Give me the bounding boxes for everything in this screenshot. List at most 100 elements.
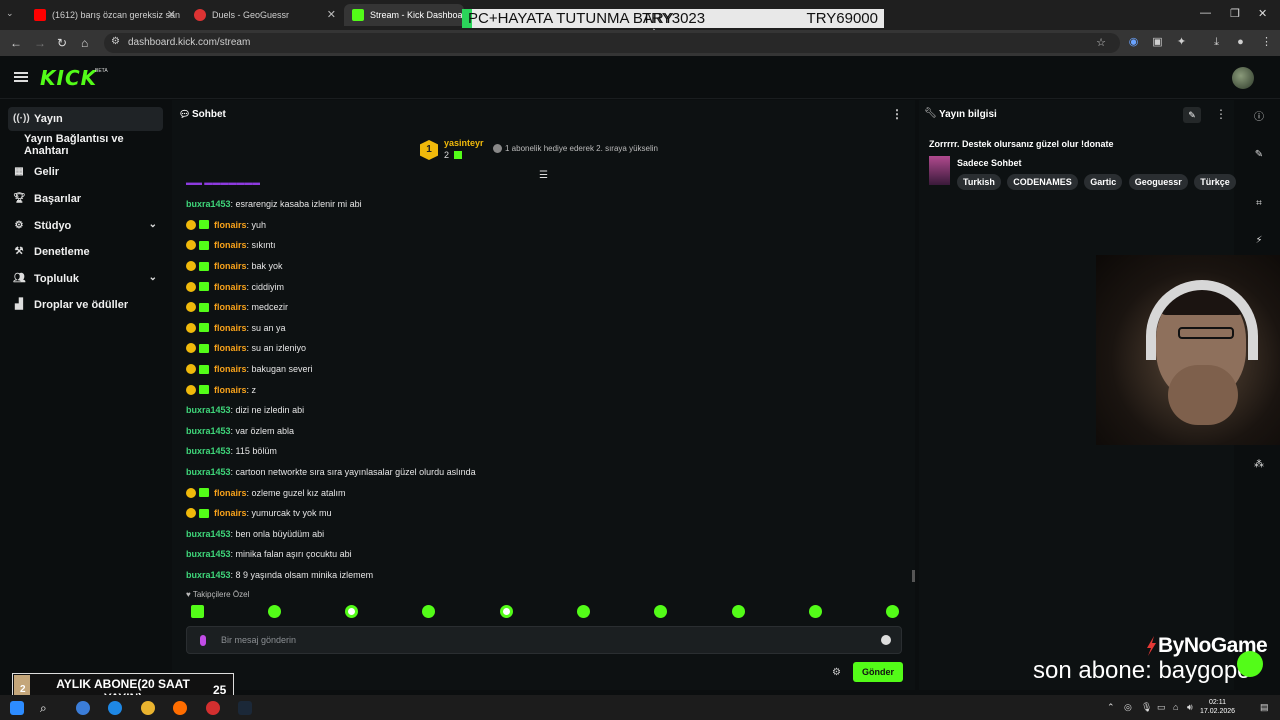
chrome-app-icon[interactable] [141, 701, 155, 715]
lightning-icon[interactable]: ⚡︎ [1253, 235, 1265, 247]
close-icon[interactable]: ✕ [167, 8, 176, 21]
scrollbar[interactable] [912, 570, 915, 582]
chat-username[interactable]: buxra1453 [186, 446, 231, 456]
chat-username[interactable]: buxra1453 [186, 549, 231, 559]
back-icon[interactable]: ← [10, 36, 22, 50]
display-tray-icon[interactable]: ▭ [1157, 702, 1166, 713]
chat-username[interactable]: flonairs [214, 302, 247, 312]
chat-username[interactable]: buxra1453 [186, 570, 231, 580]
search-icon[interactable]: ⌕ [40, 701, 54, 715]
sidebar-item-yayin[interactable]: ((·)) Yayın [8, 107, 163, 131]
chat-username[interactable]: flonairs [214, 323, 247, 333]
chat-username[interactable]: flonairs [214, 282, 247, 292]
browser-menu-icon[interactable]: ⋮ [1260, 36, 1273, 49]
gear-icon[interactable]: ⚙ [832, 667, 841, 678]
chat-username[interactable]: buxra1453 [186, 529, 231, 539]
chat-username[interactable]: flonairs [214, 385, 247, 395]
chat-username[interactable]: flonairs [214, 488, 247, 498]
steam-app-icon[interactable] [238, 701, 252, 715]
tag[interactable]: Turkish [957, 174, 1001, 190]
more-options-icon[interactable]: ⋮ [1215, 107, 1227, 121]
emote-icon[interactable] [268, 605, 281, 618]
crop-icon[interactable]: ⌗ [1253, 198, 1265, 210]
chat-username[interactable]: flonairs [214, 240, 247, 250]
chat-username[interactable]: buxra1453 [186, 467, 231, 477]
chat-username[interactable]: flonairs [214, 508, 247, 518]
close-icon[interactable]: ✕ [327, 8, 336, 21]
emote-icon[interactable] [191, 605, 204, 618]
forward-icon[interactable]: → [34, 36, 46, 50]
emote-icon[interactable] [422, 605, 435, 618]
chat-username[interactable]: buxra1453 [186, 405, 231, 415]
tab-kick-dashboard[interactable]: Stream - Kick Dashboard [344, 4, 464, 26]
volume-icon[interactable]: 🔊︎ [1187, 702, 1193, 713]
reload-icon[interactable]: ↻ [57, 36, 67, 50]
sidebar-item-basarilar[interactable]: 🏆︎ Başarılar [8, 187, 163, 211]
emote-icon[interactable] [500, 605, 513, 618]
pen-icon[interactable]: ✎ [1253, 149, 1265, 161]
emote-icon[interactable] [577, 605, 590, 618]
avatar[interactable] [1232, 67, 1254, 89]
category-thumbnail[interactable] [929, 156, 950, 185]
extensions-puzzle-icon[interactable]: ✦ [1175, 36, 1188, 49]
sidebar-item-denetleme[interactable]: ⚒ Denetleme [8, 240, 163, 264]
share-icon[interactable]: ⁂ [1253, 459, 1265, 471]
firefox-app-icon[interactable] [173, 701, 187, 715]
edge-app-icon[interactable] [108, 701, 122, 715]
tag[interactable]: Geoguessr [1128, 174, 1188, 190]
bookmark-star-icon[interactable]: ☆ [1096, 36, 1106, 49]
emote-icon[interactable] [654, 605, 667, 618]
chat-username[interactable]: buxra1453 [186, 199, 231, 209]
edit-pencil-icon[interactable]: ✎ [1183, 107, 1201, 123]
chat-username[interactable]: buxra1453 [186, 426, 231, 436]
profile-icon[interactable]: ● [1234, 36, 1247, 49]
tab-youtube[interactable]: (1612) barış özcan gereksiz san ✕ [26, 4, 182, 26]
menu-icon[interactable] [14, 72, 28, 82]
sidebar-item-gelir[interactable]: ▦ Gelir [8, 160, 163, 184]
tray-chevron-icon[interactable]: ⌃ [1107, 702, 1115, 713]
minimize-icon[interactable]: — [1200, 7, 1211, 19]
emoji-icon[interactable] [881, 635, 891, 645]
info-icon[interactable]: ⓘ [1253, 112, 1265, 124]
sidebar-item-topluluk[interactable]: 👥︎ Topluluk ⌄ [8, 267, 163, 291]
browser-app-icon[interactable] [76, 701, 90, 715]
address-bar[interactable]: ⚙ dashboard.kick.com/stream ☆ [104, 33, 1120, 53]
notification-icon[interactable]: ▤ [1260, 702, 1269, 713]
obs-app-icon[interactable] [206, 701, 220, 715]
sidebar-item-droplar[interactable]: ▟ Droplar ve ödüller [8, 293, 163, 317]
tab-geoguessr[interactable]: Duels - GeoGuessr ✕ [186, 4, 342, 26]
chat-username[interactable]: flonairs [214, 343, 247, 353]
more-options-icon[interactable]: ⋮ [891, 107, 903, 121]
microphone-icon[interactable] [200, 635, 206, 646]
tray-app-icon[interactable]: ◎ [1124, 702, 1132, 713]
network-icon[interactable]: ⌂ [1173, 702, 1178, 712]
screenshot-icon[interactable]: ▣ [1151, 36, 1164, 49]
emote-icon[interactable] [886, 605, 899, 618]
emote-icon[interactable] [732, 605, 745, 618]
site-info-icon[interactable]: ⚙ [111, 36, 120, 47]
tag[interactable]: CODENAMES [1007, 174, 1078, 190]
emote-icon[interactable] [345, 605, 358, 618]
microphone-tray-icon[interactable]: 🎙︎ [1141, 702, 1152, 713]
chat-username[interactable]: flonairs [214, 364, 247, 374]
chat-username[interactable]: flonairs [214, 220, 247, 230]
sidebar-item-studyo[interactable]: ⚙ Stüdyo ⌄ [8, 214, 163, 238]
home-icon[interactable]: ⌂ [81, 36, 88, 50]
category-name[interactable]: Sadece Sohbet [957, 158, 1022, 168]
tag[interactable]: Türkçe [1194, 174, 1236, 190]
emote-icon[interactable] [809, 605, 822, 618]
windows-start-icon[interactable] [10, 701, 24, 715]
extension-icon[interactable]: ◉ [1127, 36, 1140, 49]
taskbar-clock[interactable]: 02:11 17.02.2026 [1200, 698, 1235, 716]
filter-icon[interactable]: ☰ [539, 170, 548, 181]
kick-logo[interactable]: KICK [40, 66, 97, 90]
send-button[interactable]: Gönder [853, 662, 903, 682]
tab-search-icon[interactable]: ⌄ [6, 8, 14, 19]
download-icon[interactable]: ⤓ [1210, 36, 1223, 49]
message-input[interactable]: Bir mesaj gönderin [186, 626, 902, 654]
restore-icon[interactable]: ❐ [1230, 7, 1240, 20]
sidebar-item-stream-key[interactable]: Yayın Bağlantısı ve Anahtarı [8, 133, 163, 157]
close-window-icon[interactable]: ✕ [1258, 7, 1267, 20]
tag[interactable]: Gartic [1084, 174, 1123, 190]
chat-username[interactable]: flonairs [214, 261, 247, 271]
